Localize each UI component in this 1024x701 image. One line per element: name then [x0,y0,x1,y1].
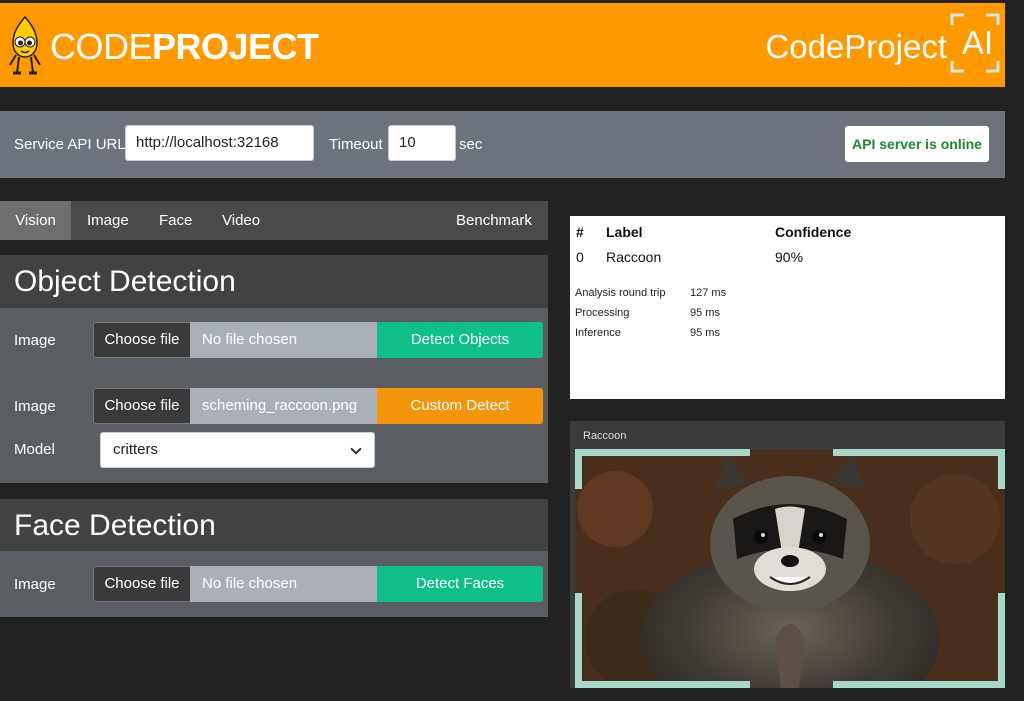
image-label: Image [14,576,56,593]
timeout-label: Timeout [329,136,383,153]
tab-bar: Vision Image Face Video Benchmark [0,201,548,240]
choose-file-button[interactable]: Choose file [93,388,191,424]
app-header: CODEPROJECT CodeProject AI [0,0,1005,87]
object-detection-body: Image Choose file No file chosen Detect … [0,308,548,483]
stat-round-trip-value: 127 ms [690,287,727,299]
image-label: Image [14,332,56,349]
choose-file-button[interactable]: Choose file [93,566,191,602]
results-header-label: Label [606,224,643,240]
results-panel: # Label Confidence 0 Raccoon 90% Analysi… [570,216,1005,399]
codeproject-mascot-icon [9,15,41,75]
tab-vision[interactable]: Vision [0,201,71,240]
image-label: Image [14,398,56,415]
stat-inference-label: Inference [575,327,621,339]
result-confidence: 90% [775,249,804,265]
server-status-badge: API server is online [845,126,989,162]
file-name-display: No file chosen [190,566,378,602]
tab-benchmark[interactable]: Benchmark [456,201,532,240]
codeproject-logo[interactable]: CODEPROJECT [50,27,319,67]
custom-detect-button[interactable]: Custom Detect [377,388,543,424]
tab-video[interactable]: Video [222,201,260,240]
detection-caption: Raccoon [583,430,627,442]
image-preview-panel: Raccoon [570,421,1005,688]
window-edge [1005,0,1024,701]
results-header-confidence: Confidence [775,224,852,240]
api-settings-bar: Service API URL http://localhost:32168 T… [0,111,1005,178]
stat-inference-value: 95 ms [690,327,720,339]
detection-bounding-box [575,449,1005,688]
service-url-input[interactable]: http://localhost:32168 [125,125,314,161]
chevron-down-icon [350,443,362,455]
model-label: Model [14,441,55,458]
tab-face[interactable]: Face [159,201,192,240]
model-select[interactable]: critters [100,432,375,468]
stat-processing-value: 95 ms [690,307,720,319]
logo-light-text: CODE [50,26,153,67]
detect-faces-button[interactable]: Detect Faces [377,566,543,602]
results-header-index: # [576,224,584,240]
choose-file-button[interactable]: Choose file [93,322,191,358]
timeout-unit: sec [459,136,483,153]
file-name-display: scheming_raccoon.png [190,388,378,424]
object-detection-header: Object Detection [0,255,548,308]
service-url-label: Service API URL [14,136,126,153]
timeout-input[interactable]: 10 [388,125,456,161]
logo-bold-text: PROJECT [152,26,319,67]
face-detection-title: Face Detection [14,509,216,542]
stat-round-trip-label: Analysis round trip [575,287,666,299]
tab-image[interactable]: Image [87,201,129,240]
result-label: Raccoon [606,249,662,265]
brand-name: CodeProject [765,28,947,65]
face-detection-body: Image Choose file No file chosen Detect … [0,551,548,617]
file-name-display: No file chosen [190,322,378,358]
face-detection-header: Face Detection [0,499,548,551]
result-index: 0 [576,249,584,265]
model-select-value: critters [113,441,158,458]
stat-processing-label: Processing [575,307,630,319]
brand-ai-text: AI [962,24,994,61]
object-detection-title: Object Detection [14,265,236,298]
detect-objects-button[interactable]: Detect Objects [377,322,543,358]
